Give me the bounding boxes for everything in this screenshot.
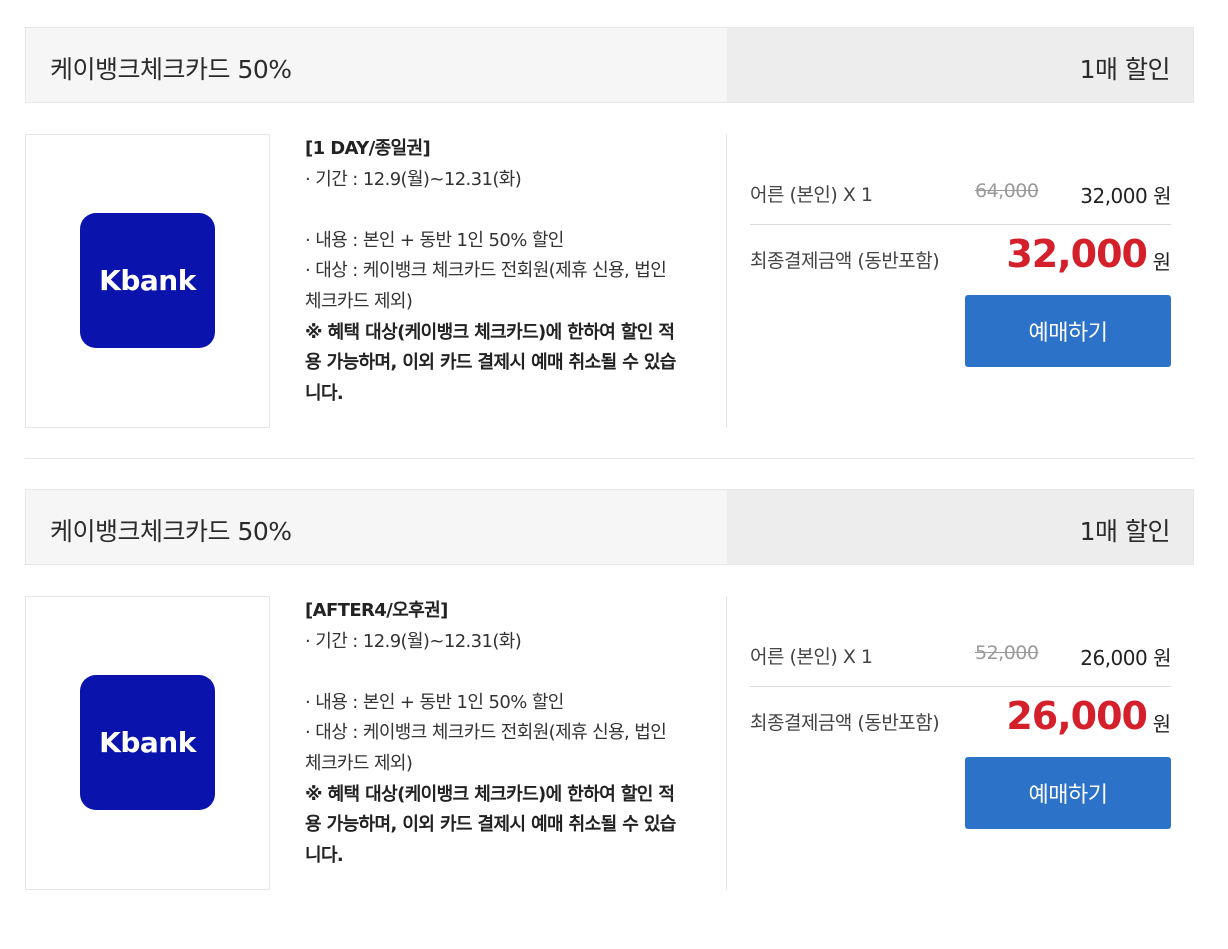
content-text: · 내용 : 본인 + 동반 1인 50% 할인 [305,691,564,713]
card-logo-box: Kbank [25,134,270,428]
final-price-row: 최종결제금액 (동반포함) 32,000 원 [750,232,1171,282]
offer-description: [AFTER4/오후권] · 기간 : 12.9(월)~12.31(화) · 내… [305,596,685,871]
offer-title: 케이뱅크체크카드 50% [50,517,292,546]
discounted-price: 26,000 원 [1080,646,1171,670]
section-divider [25,458,1194,459]
currency-unit: 원 [1152,250,1171,274]
vertical-divider [726,134,727,428]
price-row: 어른 (본인) X 1 64,000 32,000 원 [750,180,1171,225]
price-row: 어른 (본인) X 1 52,000 26,000 원 [750,642,1171,687]
period-text: · 기간 : 12.9(월)~12.31(화) [305,168,522,190]
offer-header: 케이뱅크체크카드 50% 1매 할인 [25,489,1194,565]
final-price-label: 최종결제금액 (동반포함) [750,250,940,272]
book-button[interactable]: 예매하기 [965,295,1171,367]
notice-text: ※ 혜택 대상(케이뱅크 체크카드)에 한하여 할인 적용 가능하며, 이외 카… [305,321,676,404]
period-text: · 기간 : 12.9(월)~12.31(화) [305,630,522,652]
offer-description: [1 DAY/종일권] · 기간 : 12.9(월)~12.31(화) · 내용… [305,134,685,409]
notice-text: ※ 혜택 대상(케이뱅크 체크카드)에 한하여 할인 적용 가능하며, 이외 카… [305,783,676,866]
ticket-name: [1 DAY/종일권] [305,138,431,159]
content-text: · 내용 : 본인 + 동반 1인 50% 할인 [305,229,564,251]
final-price-amount: 26,000 [1006,694,1148,738]
price-area: 어른 (본인) X 1 64,000 32,000 원 최종결제금액 (동반포함… [750,134,1171,428]
final-price-amount: 32,000 [1006,232,1148,276]
discounted-price: 32,000 원 [1080,184,1171,208]
offer-header: 케이뱅크체크카드 50% 1매 할인 [25,27,1194,103]
kbank-logo: Kbank [80,675,215,810]
final-price-label: 최종결제금액 (동반포함) [750,712,940,734]
book-button[interactable]: 예매하기 [965,757,1171,829]
target-text: · 대상 : 케이뱅크 체크카드 전회원(제휴 신용, 법인 체크카드 제외) [305,260,667,312]
original-price: 64,000 [975,180,1039,202]
offer-title: 케이뱅크체크카드 50% [50,55,292,84]
kbank-logo: Kbank [80,213,215,348]
currency-unit: 원 [1152,712,1171,736]
offer-quantity: 1매 할인 [1079,55,1171,84]
price-area: 어른 (본인) X 1 52,000 26,000 원 최종결제금액 (동반포함… [750,596,1171,890]
card-logo-box: Kbank [25,596,270,890]
original-price: 52,000 [975,642,1039,664]
person-label: 어른 (본인) X 1 [750,646,873,668]
ticket-name: [AFTER4/오후권] [305,600,448,621]
vertical-divider [726,596,727,890]
target-text: · 대상 : 케이뱅크 체크카드 전회원(제휴 신용, 법인 체크카드 제외) [305,722,667,774]
person-label: 어른 (본인) X 1 [750,184,873,206]
final-price-row: 최종결제금액 (동반포함) 26,000 원 [750,694,1171,744]
offer-quantity: 1매 할인 [1079,517,1171,546]
